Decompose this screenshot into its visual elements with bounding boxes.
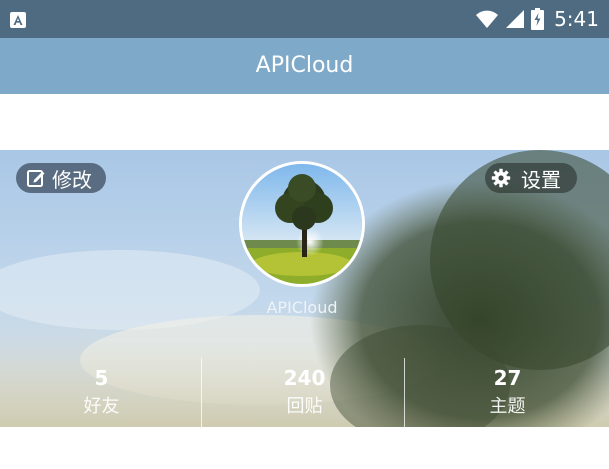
stat-divider (201, 358, 202, 427)
stat-topics[interactable]: 27 主题 (406, 358, 609, 427)
edit-profile-label: 修改 (52, 167, 92, 192)
edit-profile-button[interactable]: 修改 (16, 163, 106, 193)
status-time: 5:41 (554, 7, 599, 31)
edit-icon (27, 170, 45, 187)
signal-icon (506, 10, 525, 28)
stat-value: 27 (493, 366, 522, 390)
stat-divider (404, 358, 405, 427)
stat-friends[interactable]: 5 好友 (0, 358, 203, 427)
stats-bar: 5 好友 240 回贴 27 主题 (0, 358, 609, 427)
status-bar: 5:41 (0, 0, 609, 38)
page-title: APICloud (255, 53, 354, 78)
app-notification-icon (10, 12, 26, 28)
gear-icon (491, 168, 511, 188)
profile-header: 修改 设置 APICloud 5 好友 240 回贴 27 主题 (0, 150, 609, 427)
spacer (0, 94, 609, 150)
settings-button[interactable]: 设置 (485, 163, 577, 193)
stat-replies[interactable]: 240 回贴 (203, 358, 406, 427)
battery-icon (531, 8, 545, 30)
settings-label: 设置 (521, 167, 561, 192)
avatar[interactable] (239, 161, 365, 287)
stat-value: 5 (94, 366, 109, 390)
title-bar: APICloud (0, 38, 609, 94)
stat-value: 240 (283, 366, 326, 390)
avatar-tree-image (242, 164, 362, 284)
stat-label: 好友 (83, 396, 120, 417)
wifi-icon (476, 10, 499, 28)
stat-label: 主题 (489, 396, 526, 417)
stat-label: 回贴 (286, 396, 323, 417)
username: APICloud (266, 298, 338, 317)
status-icons: 5:41 (475, 6, 599, 32)
